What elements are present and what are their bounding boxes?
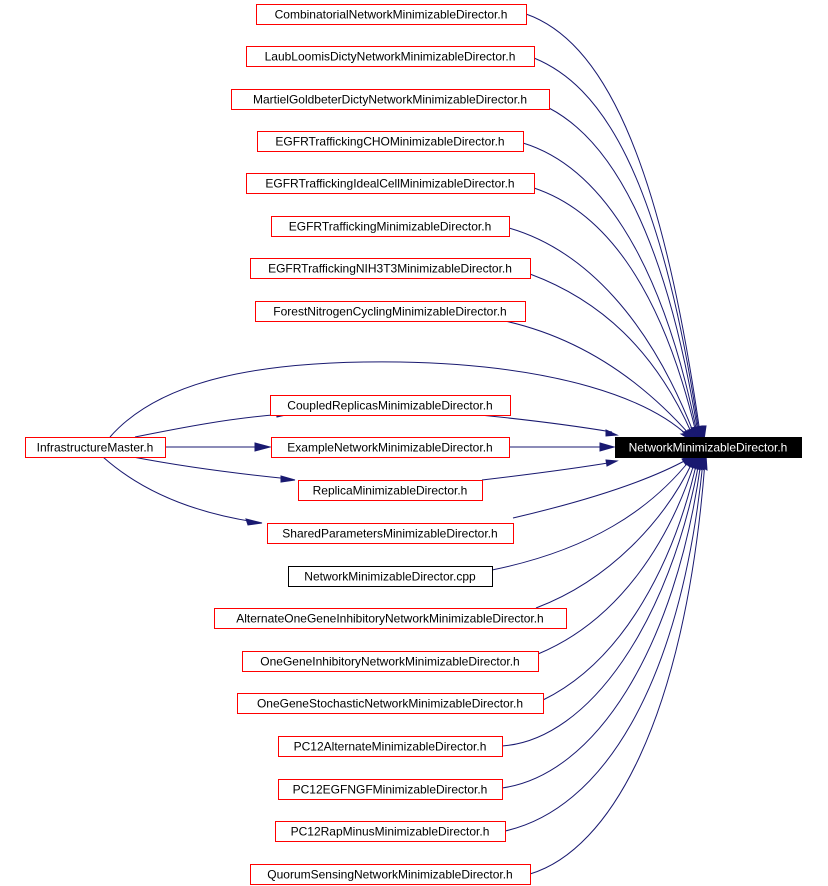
node-label[interactable]: PC12EGFNGFMinimizableDirector.h: [293, 783, 488, 797]
graph-node-egfr_cho[interactable]: EGFRTraffickingCHOMinimizableDirector.h: [257, 131, 524, 152]
edge-line: [479, 414, 613, 433]
arrowhead-icon: [280, 475, 296, 483]
node-label[interactable]: InfrastructureMaster.h: [37, 441, 154, 455]
edge-line: [512, 458, 689, 519]
graph-node-replica[interactable]: ReplicaMinimizableDirector.h: [298, 480, 483, 501]
arrowhead-icon: [605, 429, 619, 437]
graph-node-forest[interactable]: ForestNitrogenCyclingMinimizableDirector…: [255, 301, 526, 322]
node-label: NetworkMinimizableDirector.h: [629, 441, 788, 455]
node-label[interactable]: PC12RapMinusMinimizableDirector.h: [291, 825, 490, 839]
node-label[interactable]: ReplicaMinimizableDirector.h: [313, 484, 468, 498]
edge-example-to-focus: [509, 442, 616, 452]
edge-alt_onegene-to-focus: [535, 453, 697, 609]
graph-node-infra[interactable]: InfrastructureMaster.h: [25, 437, 166, 458]
graph-node-combinatorial[interactable]: CombinatorialNetworkMinimizableDirector.…: [256, 4, 527, 25]
node-label[interactable]: MartielGoldbeterDictyNetworkMinimizableD…: [253, 93, 527, 107]
edge-line: [491, 459, 691, 571]
graph-node-egfr[interactable]: EGFRTraffickingMinimizableDirector.h: [271, 216, 510, 237]
edge-line: [548, 107, 699, 434]
arrowhead-icon: [599, 442, 616, 452]
edge-forest-to-focus: [504, 320, 698, 441]
edge-egfr_cho-to-focus: [522, 142, 704, 442]
focus-node: NetworkMinimizableDirector.h: [615, 437, 802, 458]
edge-line: [481, 461, 615, 481]
graph-node-egfr_ideal[interactable]: EGFRTraffickingIdealCellMinimizableDirec…: [246, 173, 535, 194]
edge-replica-to-focus: [481, 459, 619, 481]
node-label[interactable]: ForestNitrogenCyclingMinimizableDirector…: [273, 305, 506, 319]
graph-node-shared[interactable]: SharedParametersMinimizableDirector.h: [267, 523, 514, 544]
edge-line: [134, 413, 286, 438]
arrowhead-icon: [254, 442, 272, 452]
graph-node-onegene_sto[interactable]: OneGeneStochasticNetworkMinimizableDirec…: [237, 693, 544, 714]
node-label[interactable]: AlternateOneGeneInhibitoryNetworkMinimiz…: [236, 612, 543, 626]
node-label[interactable]: ExampleNetworkMinimizableDirector.h: [287, 441, 492, 455]
edge-line: [508, 227, 695, 435]
node-label[interactable]: OneGeneInhibitoryNetworkMinimizableDirec…: [260, 655, 519, 669]
edge-line: [102, 456, 256, 523]
node-label[interactable]: OneGeneStochasticNetworkMinimizableDirec…: [257, 697, 523, 711]
arrowhead-icon: [605, 459, 619, 467]
graph-node-martiel[interactable]: MartielGoldbeterDictyNetworkMinimizableD…: [231, 89, 550, 110]
edge-infra-to-replica: [132, 456, 296, 483]
node-label: NetworkMinimizableDirector.cpp: [304, 570, 476, 584]
edge-laubloomis-to-focus: [533, 57, 706, 442]
edge-pc12_rap-to-focus: [504, 454, 705, 832]
graph-node-pc12_alt[interactable]: PC12AlternateMinimizableDirector.h: [278, 736, 503, 757]
edge-combinatorial-to-focus: [525, 13, 707, 442]
edge-infra-to-coupled: [134, 410, 291, 438]
node-label[interactable]: PC12AlternateMinimizableDirector.h: [294, 740, 487, 754]
edge-line: [504, 320, 691, 436]
arrowhead-icon: [245, 518, 263, 526]
node-label[interactable]: QuorumSensingNetworkMinimizableDirector.…: [267, 868, 512, 882]
node-label[interactable]: EGFRTraffickingIdealCellMinimizableDirec…: [265, 177, 514, 191]
node-label[interactable]: SharedParametersMinimizableDirector.h: [282, 527, 497, 541]
graph-node-onegene_inh[interactable]: OneGeneInhibitoryNetworkMinimizableDirec…: [242, 651, 539, 672]
graph-node-quorum[interactable]: QuorumSensingNetworkMinimizableDirector.…: [250, 864, 531, 885]
graph-node-example[interactable]: ExampleNetworkMinimizableDirector.h: [271, 437, 510, 458]
graph-node-pc12_egf[interactable]: PC12EGFNGFMinimizableDirector.h: [278, 779, 503, 800]
graph-node-nmd_cpp: NetworkMinimizableDirector.cpp: [288, 566, 493, 587]
graph-node-egfr_nih[interactable]: EGFRTraffickingNIH3T3MinimizableDirector…: [250, 258, 531, 279]
edge-line: [529, 273, 693, 435]
graph-node-alt_onegene[interactable]: AlternateOneGeneInhibitoryNetworkMinimiz…: [214, 608, 567, 629]
dependency-graph: CombinatorialNetworkMinimizableDirector.…: [25, 4, 802, 885]
node-label[interactable]: EGFRTraffickingMinimizableDirector.h: [289, 220, 492, 234]
node-label[interactable]: EGFRTraffickingCHOMinimizableDirector.h: [275, 135, 504, 149]
node-label[interactable]: CoupledReplicasMinimizableDirector.h: [287, 399, 492, 413]
nodes-layer: CombinatorialNetworkMinimizableDirector.…: [25, 4, 802, 885]
node-label[interactable]: CombinatorialNetworkMinimizableDirector.…: [275, 8, 508, 22]
node-label[interactable]: LaubLoomisDictyNetworkMinimizableDirecto…: [265, 50, 516, 64]
graph-node-laubloomis[interactable]: LaubLoomisDictyNetworkMinimizableDirecto…: [246, 46, 535, 67]
edge-egfr_ideal-to-focus: [533, 187, 703, 442]
edge-coupled-to-focus: [479, 414, 619, 437]
graph-node-coupled[interactable]: CoupledReplicasMinimizableDirector.h: [270, 395, 511, 416]
edge-nmd_cpp-to-focus: [491, 453, 695, 571]
edge-line: [132, 456, 291, 480]
graph-node-pc12_rap[interactable]: PC12RapMinusMinimizableDirector.h: [275, 821, 506, 842]
edge-line: [525, 13, 701, 434]
edge-infra-to-shared: [102, 456, 263, 526]
edge-quorum-to-focus: [529, 453, 708, 875]
edge-infra-to-example: [165, 442, 272, 452]
node-label[interactable]: EGFRTraffickingNIH3T3MinimizableDirector…: [268, 262, 512, 276]
edge-line: [504, 461, 704, 832]
